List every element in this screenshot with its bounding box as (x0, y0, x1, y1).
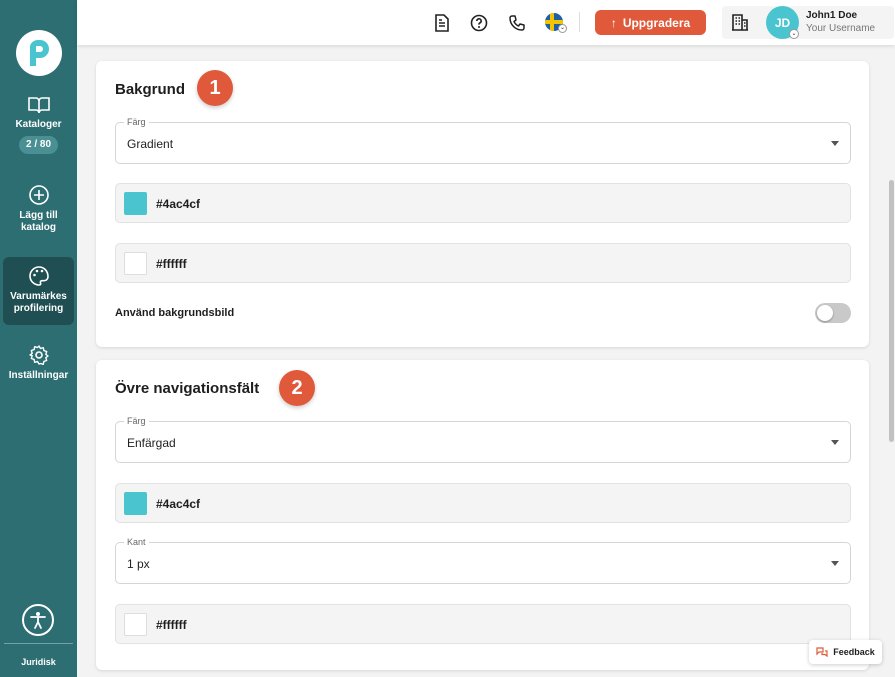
sidebar-item-label: Inställningar (8, 370, 69, 381)
navbar-color-picker[interactable]: #4ac4cf (115, 483, 851, 523)
upgrade-button[interactable]: ↑ Uppgradera (595, 10, 706, 35)
step-badge: 2 (279, 370, 315, 406)
sidebar-item-add-catalog[interactable]: Lägg till katalog (3, 184, 74, 234)
color-swatch[interactable] (124, 492, 147, 515)
sidebar-item-kataloger[interactable]: Kataloger 2 / 80 (3, 95, 74, 154)
dropdown-arrow-icon (831, 561, 839, 566)
select-value: 1 px (127, 557, 150, 571)
catalog-count-badge: 2 / 80 (18, 136, 59, 154)
color-swatch[interactable] (124, 252, 147, 275)
header-divider (579, 12, 580, 32)
upgrade-label: Uppgradera (622, 15, 691, 30)
select-legend: Kant (124, 537, 149, 547)
help-icon[interactable] (469, 13, 489, 33)
sidebar-item-label: Lägg till katalog (19, 210, 58, 233)
user-subtitle: Your Username (806, 23, 876, 34)
feedback-label: Feedback (833, 647, 875, 657)
background-color-2-picker[interactable]: #ffffff (115, 243, 851, 283)
sidebar-item-settings[interactable]: Inställningar (3, 344, 74, 382)
scrollbar-thumb[interactable] (889, 180, 894, 442)
feedback-button[interactable]: Feedback (809, 640, 882, 664)
gear-icon (28, 345, 49, 365)
accessibility-icon (30, 612, 46, 629)
top-navbar-section: Övre navigationsfält 2 Färg Enfärgad #4a… (96, 360, 869, 670)
select-legend: Färg (124, 416, 149, 426)
navbar-color-type-select[interactable]: Färg Enfärgad (115, 416, 851, 463)
color-hex: #4ac4cf (156, 497, 201, 511)
document-icon[interactable] (432, 13, 452, 33)
app-logo[interactable] (16, 30, 62, 76)
user-name: John1 Doe (806, 10, 858, 21)
background-color-1-picker[interactable]: #4ac4cf (115, 183, 851, 223)
section-title: Bakgrund (115, 81, 186, 98)
color-hex: #ffffff (156, 257, 187, 271)
toggle-knob (817, 305, 833, 321)
arrow-up-icon: ↑ (610, 15, 617, 30)
dropdown-arrow-icon (831, 440, 839, 445)
sidebar-item-label: Kataloger (15, 119, 62, 130)
dropdown-arrow-icon (831, 141, 839, 146)
select-legend: Färg (124, 117, 149, 127)
palette-icon (28, 266, 49, 286)
building-icon[interactable] (731, 13, 749, 36)
select-value: Enfärgad (127, 436, 176, 450)
bg-image-toggle[interactable] (815, 303, 851, 323)
navbar-border-select[interactable]: Kant 1 px (115, 537, 851, 584)
background-section: Bakgrund 1 Färg Gradient #4ac4cf #ffffff… (96, 61, 869, 347)
top-header: ⌄ ↑ Uppgradera JD ⌄ John1 Doe Your Usern… (77, 0, 895, 45)
feedback-icon (816, 647, 828, 658)
section-title: Övre navigationsfält (115, 380, 260, 397)
accessibility-button[interactable] (22, 604, 54, 636)
color-hex: #4ac4cf (156, 197, 201, 211)
color-swatch[interactable] (124, 613, 147, 636)
plus-circle-icon (28, 185, 49, 205)
sidebar-item-branding[interactable]: Varumärkes profilering (3, 257, 74, 325)
sidebar-divider (4, 643, 73, 644)
user-menu[interactable]: JD ⌄ John1 Doe Your Username (722, 6, 894, 39)
select-value: Gradient (127, 137, 174, 151)
chevron-down-icon: ⌄ (789, 29, 799, 39)
legal-link[interactable]: Juridisk (0, 657, 77, 667)
sidebar: Kataloger 2 / 80 Lägg till katalog Varum… (0, 0, 77, 677)
sidebar-item-label: Varumärkes profilering (10, 291, 67, 314)
color-hex: #ffffff (156, 618, 187, 632)
bg-image-label: Använd bakgrundsbild (115, 307, 235, 319)
step-badge: 1 (197, 70, 233, 106)
chevron-down-icon: ⌄ (558, 24, 567, 33)
phone-icon[interactable] (507, 13, 527, 33)
background-color-type-select[interactable]: Färg Gradient (115, 117, 851, 164)
navbar-border-color-picker[interactable]: #ffffff (115, 604, 851, 644)
color-swatch[interactable] (124, 192, 147, 215)
book-icon (27, 97, 50, 114)
